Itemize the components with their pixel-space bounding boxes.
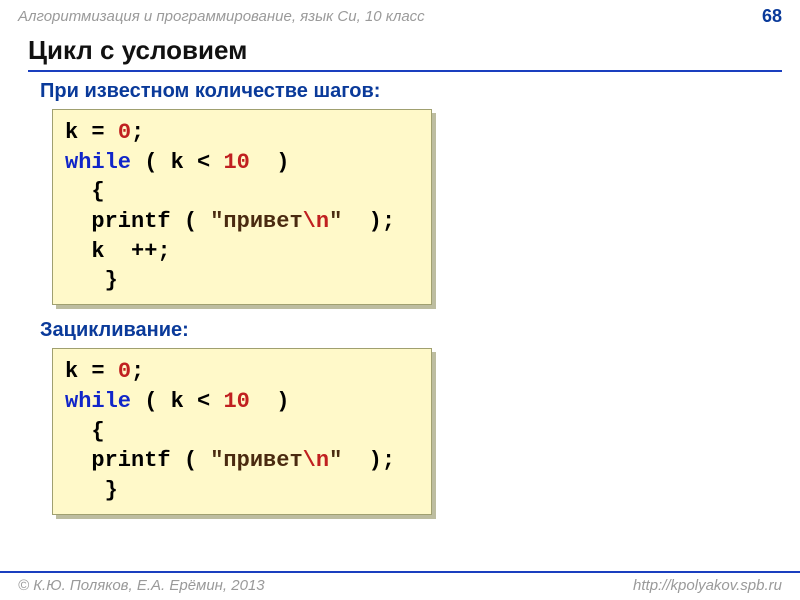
code-brace: { <box>65 179 105 204</box>
code-text: ; <box>131 120 144 145</box>
code-number: 0 <box>118 120 131 145</box>
code-brace: } <box>65 268 118 293</box>
code-text: k ++; <box>65 239 171 264</box>
code-text: ( k < <box>131 150 223 175</box>
code-number: 0 <box>118 359 131 384</box>
code-brace: { <box>65 419 105 444</box>
code-text: ; <box>131 359 144 384</box>
code-fn-printf: printf <box>91 448 170 473</box>
code-text: k = <box>65 359 118 384</box>
code-keyword-while: while <box>65 389 131 414</box>
content: При известном количестве шагов: k = 0; w… <box>0 72 800 515</box>
footer: © К.Ю. Поляков, Е.А. Ерёмин, 2013 http:/… <box>0 571 800 600</box>
code-text: ) <box>250 389 290 414</box>
code-string: "привет <box>210 209 302 234</box>
code-number: 10 <box>223 150 249 175</box>
section-known-steps: При известном количестве шагов: <box>40 80 782 103</box>
code-indent <box>65 209 91 234</box>
code-text: ); <box>342 209 395 234</box>
page-number: 68 <box>762 6 782 27</box>
code-text: ( <box>171 209 211 234</box>
course-title: Алгоритмизация и программирование, язык … <box>18 8 425 25</box>
code-brace: } <box>65 478 118 503</box>
footer-url: http://kpolyakov.spb.ru <box>633 577 782 594</box>
code-keyword-while: while <box>65 150 131 175</box>
code-number: 10 <box>223 389 249 414</box>
code-text: ( <box>171 448 211 473</box>
code-string: " <box>329 448 342 473</box>
code-fn-printf: printf <box>91 209 170 234</box>
code-text: ); <box>342 448 395 473</box>
code-block-infinite-loop: k = 0; while ( k < 10 ) { printf ( "прив… <box>52 348 432 514</box>
footer-author: © К.Ю. Поляков, Е.А. Ерёмин, 2013 <box>18 577 265 594</box>
code-text: ( k < <box>131 389 223 414</box>
code-escape: \n <box>303 209 329 234</box>
section-infinite-loop: Зацикливание: <box>40 319 782 342</box>
code-text: ) <box>250 150 290 175</box>
code-indent <box>65 448 91 473</box>
slide-title: Цикл с условием <box>28 35 782 72</box>
header: Алгоритмизация и программирование, язык … <box>0 0 800 31</box>
code-string: " <box>329 209 342 234</box>
code-escape: \n <box>303 448 329 473</box>
code-text: k = <box>65 120 118 145</box>
code-block-known-steps: k = 0; while ( k < 10 ) { printf ( "прив… <box>52 109 432 305</box>
code-string: "привет <box>210 448 302 473</box>
